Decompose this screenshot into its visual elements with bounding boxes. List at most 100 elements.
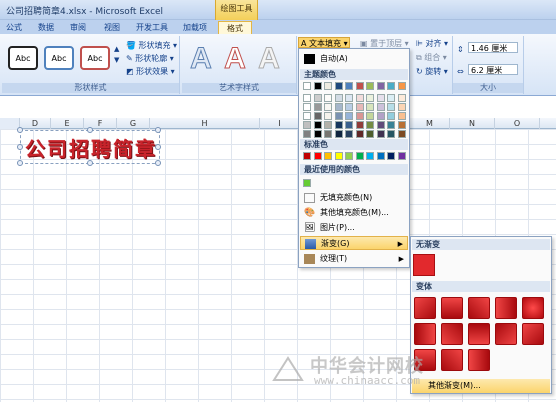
theme-color-swatch[interactable] — [366, 82, 374, 90]
standard-color-swatch[interactable] — [345, 152, 353, 160]
theme-color-swatch[interactable] — [324, 121, 332, 129]
theme-color-swatch[interactable] — [303, 94, 311, 102]
theme-color-swatch[interactable] — [387, 94, 395, 102]
resize-handle[interactable] — [155, 127, 161, 133]
theme-color-swatch[interactable] — [366, 94, 374, 102]
resize-handle[interactable] — [87, 127, 93, 133]
theme-color-swatch[interactable] — [376, 130, 385, 138]
column-header[interactable]: D — [20, 118, 51, 129]
column-header[interactable]: E — [51, 118, 84, 129]
theme-color-swatch[interactable] — [303, 103, 311, 111]
tab-data[interactable]: 数据 — [34, 21, 58, 34]
theme-color-swatch[interactable] — [345, 103, 353, 111]
theme-color-swatch[interactable] — [313, 130, 322, 138]
shape-style-sample-black[interactable]: Abc — [8, 46, 38, 70]
gradient-item[interactable]: 渐变(G) ▶ — [300, 236, 408, 250]
standard-color-swatch[interactable] — [324, 152, 332, 160]
theme-color-swatch[interactable] — [376, 103, 385, 111]
column-header[interactable]: M — [410, 118, 450, 129]
tab-format[interactable]: 格式 — [218, 21, 252, 34]
column-header[interactable]: H — [150, 118, 260, 129]
shape-outline-button[interactable]: ✎ 形状轮廓 ▾ — [126, 53, 174, 64]
resize-handle[interactable] — [155, 160, 161, 166]
theme-color-swatch[interactable] — [376, 121, 385, 129]
standard-color-swatch[interactable] — [303, 152, 311, 160]
align-button[interactable]: ⊫ 对齐 ▾ — [416, 38, 448, 49]
resize-handle[interactable] — [155, 144, 161, 150]
theme-color-swatch[interactable] — [387, 121, 395, 129]
theme-color-swatch[interactable] — [313, 94, 322, 102]
gradient-variant-tile[interactable] — [414, 323, 436, 345]
tab-review[interactable]: 审阅 — [66, 21, 90, 34]
theme-color-swatch[interactable] — [376, 82, 385, 90]
theme-color-swatch[interactable] — [397, 103, 406, 111]
theme-color-swatch[interactable] — [334, 121, 343, 129]
theme-color-swatch[interactable] — [366, 130, 374, 138]
no-gradient-swatch[interactable] — [413, 254, 435, 276]
gallery-scroll-icon[interactable]: ▲ ▼ — [114, 44, 122, 64]
resize-handle[interactable] — [87, 160, 93, 166]
theme-color-swatch[interactable] — [355, 112, 364, 120]
theme-color-swatch[interactable] — [345, 94, 353, 102]
theme-color-swatch[interactable] — [324, 112, 332, 120]
gradient-variant-tile[interactable] — [468, 297, 490, 319]
theme-color-swatch[interactable] — [355, 130, 364, 138]
theme-color-swatch[interactable] — [397, 94, 406, 102]
standard-color-swatch[interactable] — [366, 152, 374, 160]
theme-color-swatch[interactable] — [334, 82, 343, 90]
column-header[interactable]: O — [495, 118, 540, 129]
theme-color-swatch[interactable] — [366, 121, 374, 129]
theme-color-swatch[interactable] — [324, 94, 332, 102]
standard-color-swatch[interactable] — [313, 152, 322, 160]
wordart-style-outline-red[interactable]: A — [220, 43, 250, 74]
theme-color-swatch[interactable] — [387, 103, 395, 111]
theme-color-swatch[interactable] — [324, 130, 332, 138]
height-input[interactable]: 1.46 厘米 — [468, 42, 518, 53]
theme-color-swatch[interactable] — [334, 112, 343, 120]
theme-color-swatch[interactable] — [324, 103, 332, 111]
theme-color-swatch[interactable] — [313, 103, 322, 111]
theme-color-swatch[interactable] — [313, 121, 322, 129]
theme-color-swatch[interactable] — [303, 121, 311, 129]
gradient-variant-tile[interactable] — [441, 323, 463, 345]
auto-color-item[interactable]: 自动(A) — [300, 52, 408, 66]
tab-addins[interactable]: 加载项 — [178, 21, 212, 34]
standard-color-swatch[interactable] — [334, 152, 343, 160]
shape-style-sample-blue[interactable]: Abc — [44, 46, 74, 70]
theme-color-swatch[interactable] — [345, 112, 353, 120]
theme-color-swatch[interactable] — [387, 112, 395, 120]
theme-color-swatch[interactable] — [303, 130, 311, 138]
theme-color-swatch[interactable] — [397, 112, 406, 120]
wordart-style-light[interactable]: A — [254, 43, 284, 74]
theme-color-swatch[interactable] — [334, 130, 343, 138]
resize-handle[interactable] — [17, 144, 23, 150]
gradient-variant-tile[interactable] — [522, 297, 544, 319]
theme-color-swatch[interactable] — [355, 103, 364, 111]
wordart-style-outline-blue[interactable]: A — [186, 43, 216, 74]
standard-color-swatch[interactable] — [376, 152, 385, 160]
gradient-variant-tile[interactable] — [468, 349, 490, 371]
theme-color-swatch[interactable] — [334, 103, 343, 111]
theme-color-swatch[interactable] — [303, 112, 311, 120]
standard-color-swatch[interactable] — [397, 152, 406, 160]
text-fill-button[interactable]: A 文本填充 ▾ — [298, 37, 350, 48]
theme-color-swatch[interactable] — [366, 103, 374, 111]
gradient-variant-tile[interactable] — [495, 323, 517, 345]
theme-color-swatch[interactable] — [376, 112, 385, 120]
column-header[interactable]: G — [117, 118, 150, 129]
gradient-variant-tile[interactable] — [468, 323, 490, 345]
more-colors-item[interactable]: 🎨 其他填充颜色(M)... — [300, 206, 408, 220]
theme-color-swatch[interactable] — [355, 121, 364, 129]
theme-color-swatch[interactable] — [355, 94, 364, 102]
theme-color-swatch[interactable] — [324, 82, 332, 90]
gradient-variant-tile[interactable] — [495, 297, 517, 319]
theme-color-swatch[interactable] — [303, 82, 311, 90]
theme-color-swatch[interactable] — [397, 130, 406, 138]
theme-color-swatch[interactable] — [366, 112, 374, 120]
theme-color-swatch[interactable] — [334, 94, 343, 102]
gradient-variant-tile[interactable] — [441, 297, 463, 319]
standard-color-swatch[interactable] — [355, 152, 364, 160]
no-fill-item[interactable]: 无填充颜色(N) — [300, 191, 408, 205]
theme-color-swatch[interactable] — [345, 130, 353, 138]
resize-handle[interactable] — [17, 160, 23, 166]
